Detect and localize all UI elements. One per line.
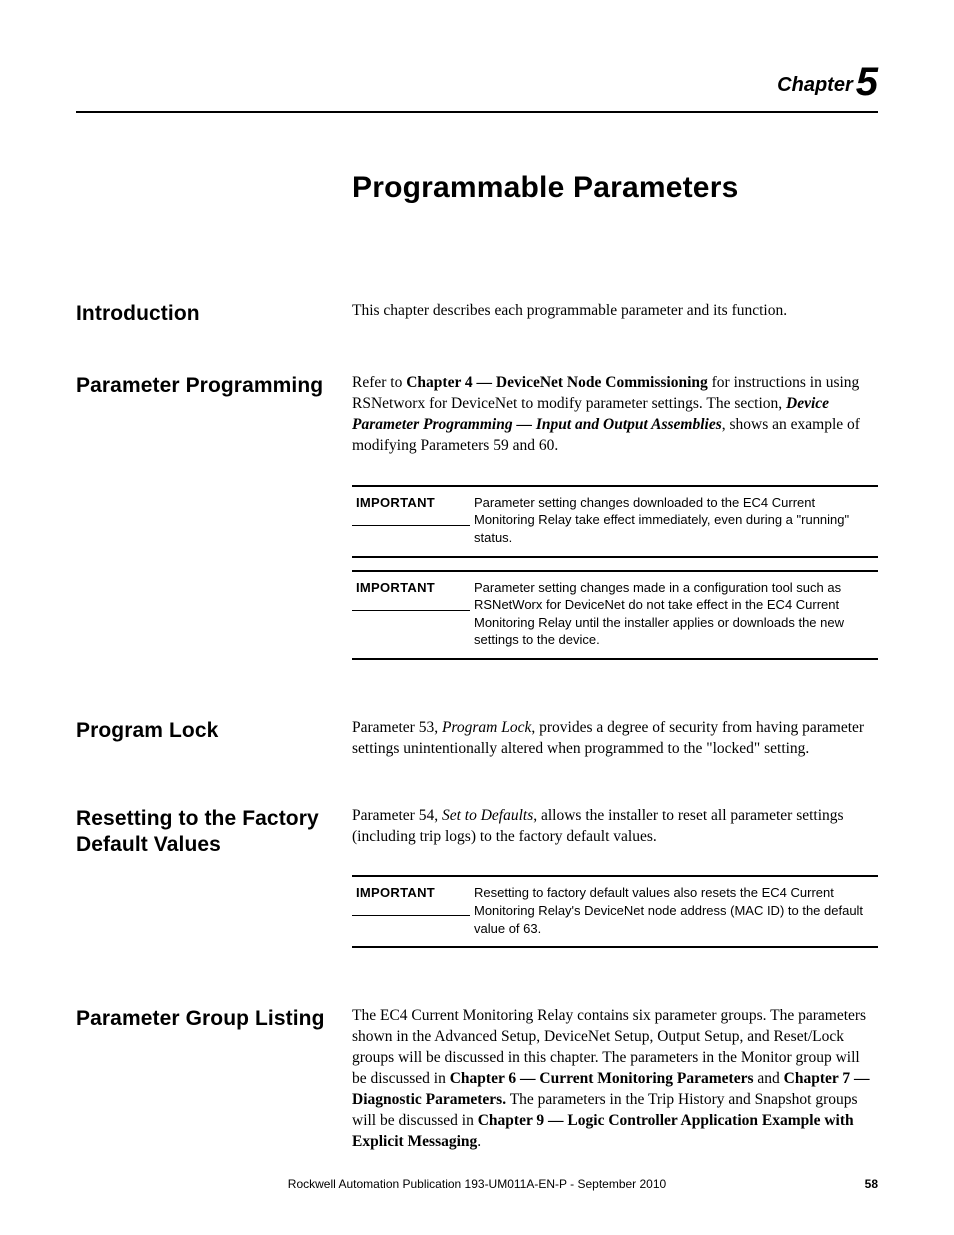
body-parameter-programming: Refer to Chapter 4 — DeviceNet Node Comm… [352, 373, 878, 660]
important-box-2: IMPORTANT Parameter setting changes made… [352, 570, 878, 660]
section-parameter-programming: Parameter Programming Refer to Chapter 4… [76, 373, 878, 660]
chapter-number: 5 [856, 60, 878, 104]
important-text-2: Parameter setting changes made in a conf… [470, 572, 878, 658]
gl-text-4: . [477, 1133, 481, 1150]
gl-bold-1: Chapter 6 — Current Monitoring Parameter… [450, 1070, 754, 1087]
pp-bold-1: Chapter 4 — DeviceNet Node Commissioning [406, 374, 708, 391]
important-text-1: Parameter setting changes downloaded to … [470, 487, 878, 556]
rs-text-1: Parameter 54, [352, 807, 442, 824]
section-introduction: Introduction This chapter describes each… [76, 301, 878, 327]
header-rule [76, 111, 878, 113]
heading-parameter-programming: Parameter Programming [76, 373, 352, 660]
resetting-para: Parameter 54, Set to Defaults, allows th… [352, 806, 878, 848]
section-group-listing: Parameter Group Listing The EC4 Current … [76, 1006, 878, 1152]
footer-page-number: 58 [865, 1177, 878, 1191]
pl-text-1: Parameter 53, [352, 719, 442, 736]
chapter-header: Chapter5 [76, 60, 878, 105]
heading-resetting: Resetting to the Factory Default Values [76, 806, 352, 948]
important-label-2: IMPORTANT [352, 572, 470, 611]
footer-text: Rockwell Automation Publication 193-UM01… [288, 1177, 666, 1191]
important-text-3: Resetting to factory default values also… [470, 877, 878, 946]
body-introduction: This chapter describes each programmable… [352, 301, 878, 327]
section-resetting: Resetting to the Factory Default Values … [76, 806, 878, 948]
heading-introduction: Introduction [76, 301, 352, 327]
important-label-1: IMPORTANT [352, 487, 470, 526]
pl-italic: Program Lock [442, 719, 531, 736]
important-box-1: IMPORTANT Parameter setting changes down… [352, 485, 878, 558]
rs-italic: Set to Defaults [442, 807, 533, 824]
section-program-lock: Program Lock Parameter 53, Program Lock,… [76, 718, 878, 760]
gl-text-2: and [754, 1070, 784, 1087]
important-box-3: IMPORTANT Resetting to factory default v… [352, 875, 878, 948]
body-resetting: Parameter 54, Set to Defaults, allows th… [352, 806, 878, 948]
chapter-label: Chapter [777, 74, 853, 96]
body-group-listing: The EC4 Current Monitoring Relay contain… [352, 1006, 878, 1152]
heading-program-lock: Program Lock [76, 718, 352, 760]
pp-text-1: Refer to [352, 374, 406, 391]
important-label-3: IMPORTANT [352, 877, 470, 916]
body-program-lock: Parameter 53, Program Lock, provides a d… [352, 718, 878, 760]
footer: Rockwell Automation Publication 193-UM01… [76, 1177, 878, 1191]
program-lock-para: Parameter 53, Program Lock, provides a d… [352, 718, 878, 760]
heading-group-listing: Parameter Group Listing [76, 1006, 352, 1152]
introduction-text: This chapter describes each programmable… [352, 301, 878, 322]
group-listing-para: The EC4 Current Monitoring Relay contain… [352, 1006, 878, 1152]
parameter-programming-para: Refer to Chapter 4 — DeviceNet Node Comm… [352, 373, 878, 457]
chapter-title: Programmable Parameters [352, 171, 878, 205]
